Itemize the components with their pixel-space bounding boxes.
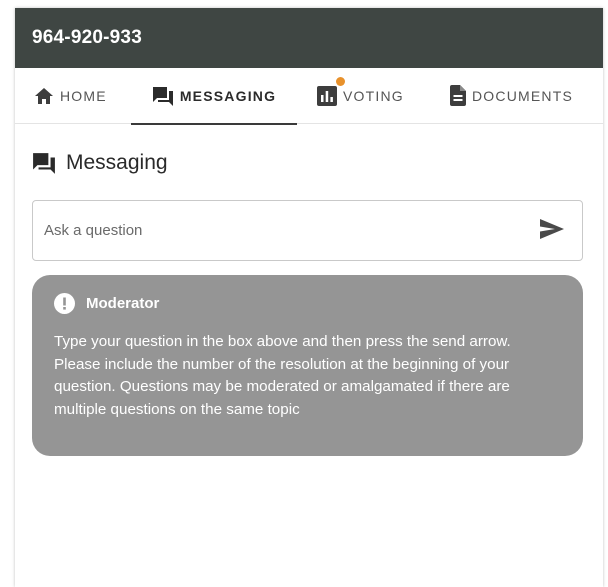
moderator-message-card: Moderator Type your question in the box … [32, 275, 583, 456]
alert-icon [54, 293, 75, 314]
chat-icon [152, 86, 174, 106]
messaging-title-text: Messaging [66, 151, 168, 174]
moderator-name: Moderator [86, 295, 160, 312]
tab-voting[interactable]: VOTING [317, 68, 404, 123]
messaging-section-title: Messaging [32, 151, 168, 175]
ask-question-box [32, 200, 583, 261]
home-icon [34, 87, 54, 105]
chat-icon [32, 152, 56, 174]
tab-documents[interactable]: DOCUMENTS [450, 68, 573, 123]
tab-home-label: HOME [60, 87, 107, 104]
meeting-id-title: 964-920-933 [32, 27, 142, 48]
tab-documents-label: DOCUMENTS [472, 87, 574, 104]
tab-home[interactable]: HOME [34, 68, 107, 123]
tab-messaging[interactable]: MESSAGING [131, 68, 297, 125]
tab-voting-label: VOTING [343, 87, 404, 104]
tab-messaging-label: MESSAGING [179, 87, 277, 104]
voting-notification-dot [336, 76, 345, 86]
ask-question-input[interactable] [33, 200, 530, 261]
app-frame: 964-920-933 HOME MESSAGING VOTING DOCUME… [15, 8, 603, 587]
moderator-message-text: Type your question in the box above and … [54, 333, 511, 418]
send-icon [540, 219, 564, 242]
bar-chart-icon [317, 76, 345, 106]
send-button[interactable] [530, 209, 574, 253]
moderator-header: Moderator [54, 293, 561, 314]
app-header: 964-920-933 [15, 8, 603, 68]
nav-tabs: HOME MESSAGING VOTING DOCUMENTS [15, 68, 603, 125]
document-icon [450, 85, 466, 106]
